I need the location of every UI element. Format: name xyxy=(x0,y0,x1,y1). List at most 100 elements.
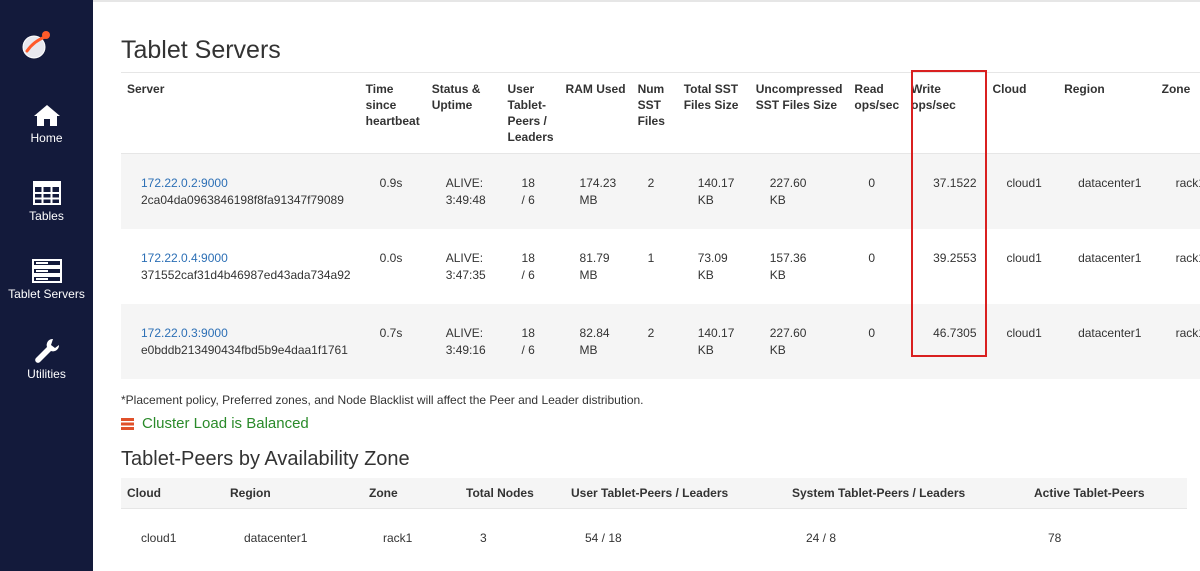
uncompressed-value: 157.36 xyxy=(769,250,807,265)
placement-policy-note: *Placement policy, Preferred zones, and … xyxy=(121,393,644,407)
wrench-icon xyxy=(34,338,59,363)
region-cell: datacenter1 xyxy=(1078,250,1142,265)
sst-size-cell: 140.17 KB xyxy=(678,304,750,379)
peers-value: 18 xyxy=(521,250,535,265)
az-system-peers-cell: 24 / 8 xyxy=(806,531,837,545)
table-row: 172.22.0.3:9000 e0bddb213490434fbd5b9e4d… xyxy=(121,303,1200,379)
table-header-row: Cloud Region Zone Total Nodes User Table… xyxy=(121,478,1187,509)
status-cell: ALIVE: 3:49:48 xyxy=(426,154,502,229)
server-link[interactable]: 172.22.0.3:9000 xyxy=(141,326,228,340)
uptime-text: 3:49:16 xyxy=(445,342,486,357)
column-header[interactable]: User Tablet-Peers / Leaders xyxy=(565,478,786,509)
az-total-nodes-cell: 3 xyxy=(480,531,487,545)
ram-unit: MB xyxy=(579,342,598,357)
peers-value: 18 xyxy=(521,176,535,190)
uncompressed-cell: 227.60 KB xyxy=(750,304,849,379)
heartbeat-cell: 0.0s xyxy=(379,250,403,265)
column-header[interactable]: Region xyxy=(224,478,363,509)
uptime-text: 3:47:35 xyxy=(445,267,486,282)
yugabyte-logo-icon[interactable] xyxy=(18,27,54,63)
column-header[interactable]: Uncompressed SST Files Size xyxy=(750,73,849,154)
sidebar: Home Tables Tablet Servers Utilities xyxy=(0,0,93,571)
sidebar-item-label: Home xyxy=(30,131,63,145)
peers-value: 18 xyxy=(521,325,535,340)
column-header[interactable]: Active Tablet-Peers xyxy=(1028,478,1187,509)
server-stack-icon xyxy=(121,418,134,430)
sst-size-unit: KB xyxy=(697,342,714,357)
sidebar-item-tables[interactable]: Tables xyxy=(0,181,93,223)
uncompressed-unit: KB xyxy=(769,267,786,282)
uncompressed-unit: KB xyxy=(769,193,786,207)
balance-status-text: Cluster Load is Balanced xyxy=(142,415,309,432)
column-header[interactable]: Time since heartbeat xyxy=(360,73,426,154)
status-text: ALIVE: xyxy=(445,176,484,190)
uncompressed-cell: 227.60 KB xyxy=(750,154,849,229)
column-header[interactable]: Zone xyxy=(363,478,460,509)
column-header[interactable]: Write ops/sec xyxy=(905,73,986,154)
leaders-value: / 6 xyxy=(521,342,535,357)
column-header[interactable]: RAM Used xyxy=(560,73,632,154)
sst-size-value: 73.09 xyxy=(697,250,728,265)
table-header-row: Server Time since heartbeat Status & Upt… xyxy=(121,72,1200,154)
column-header[interactable]: Status & Uptime xyxy=(426,73,502,154)
column-header[interactable]: Total SST Files Size xyxy=(678,73,750,154)
status-text: ALIVE: xyxy=(445,250,484,265)
az-user-peers-cell: 54 / 18 xyxy=(585,531,622,545)
ram-value: 174.23 xyxy=(579,176,617,190)
peers-cell: 18 / 6 xyxy=(502,304,560,379)
top-divider xyxy=(93,0,1200,2)
az-zone-cell: rack1 xyxy=(383,531,413,545)
sidebar-item-utilities[interactable]: Utilities xyxy=(0,337,93,381)
zone-cell: rack1 xyxy=(1175,176,1200,190)
column-header[interactable]: Num SST Files xyxy=(632,73,678,154)
sst-size-unit: KB xyxy=(697,193,714,207)
column-header[interactable]: Region xyxy=(1058,73,1156,154)
sst-size-unit: KB xyxy=(697,267,714,282)
az-section-title: Tablet-Peers by Availability Zone xyxy=(121,448,410,470)
column-header[interactable]: Zone xyxy=(1156,73,1200,154)
sst-files-cell: 2 xyxy=(647,325,655,340)
uptime-text: 3:49:48 xyxy=(445,193,486,207)
sst-files-cell: 2 xyxy=(647,176,655,190)
cloud-cell: cloud1 xyxy=(1006,176,1042,190)
status-cell: ALIVE: 3:49:16 xyxy=(426,304,502,379)
server-rack-icon xyxy=(31,259,62,283)
write-ops-cell: 37.1522 xyxy=(933,176,977,190)
ram-value: 81.79 xyxy=(579,250,610,265)
column-header[interactable]: Cloud xyxy=(986,73,1058,154)
tablet-servers-table: Server Time since heartbeat Status & Upt… xyxy=(121,72,1200,379)
zone-cell: rack1 xyxy=(1175,250,1200,265)
column-header[interactable]: Cloud xyxy=(121,478,224,509)
server-link[interactable]: 172.22.0.4:9000 xyxy=(141,251,228,265)
column-header[interactable]: User Tablet-Peers / Leaders xyxy=(502,73,560,154)
ram-unit: MB xyxy=(579,193,598,207)
table-row: cloud1 datacenter1 rack1 3 54 / 18 24 / … xyxy=(121,509,1187,559)
read-ops-cell: 0 xyxy=(868,250,876,265)
sidebar-item-label: Tables xyxy=(29,209,64,223)
server-uuid: 371552caf31d4b46987ed43ada734a92 xyxy=(141,267,351,282)
status-text: ALIVE: xyxy=(445,325,484,340)
server-link[interactable]: 172.22.0.2:9000 xyxy=(141,176,228,190)
cloud-cell: cloud1 xyxy=(1006,250,1042,265)
page-title: Tablet Servers xyxy=(121,36,281,64)
sidebar-item-label: Utilities xyxy=(27,367,66,381)
sst-size-value: 140.17 xyxy=(697,325,735,340)
region-cell: datacenter1 xyxy=(1078,176,1142,190)
ram-cell: 174.23 MB xyxy=(560,154,632,229)
column-header[interactable]: Server xyxy=(121,73,360,154)
az-active-peers-cell: 78 xyxy=(1048,531,1062,545)
write-ops-cell: 39.2553 xyxy=(933,250,977,265)
sst-size-cell: 140.17 KB xyxy=(678,154,750,229)
column-header[interactable]: Total Nodes xyxy=(460,478,565,509)
uncompressed-value: 227.60 xyxy=(769,176,807,190)
sidebar-item-home[interactable]: Home xyxy=(0,103,93,145)
sidebar-item-label: Tablet Servers xyxy=(8,287,85,301)
sidebar-item-tablet-servers[interactable]: Tablet Servers xyxy=(0,259,93,301)
column-header[interactable]: Read ops/sec xyxy=(848,73,905,154)
sst-size-value: 140.17 xyxy=(697,176,735,190)
az-region-cell: datacenter1 xyxy=(244,531,308,545)
ram-unit: MB xyxy=(579,267,598,282)
column-header[interactable]: System Tablet-Peers / Leaders xyxy=(786,478,1028,509)
uncompressed-unit: KB xyxy=(769,342,786,357)
leaders-value: / 6 xyxy=(521,193,535,207)
